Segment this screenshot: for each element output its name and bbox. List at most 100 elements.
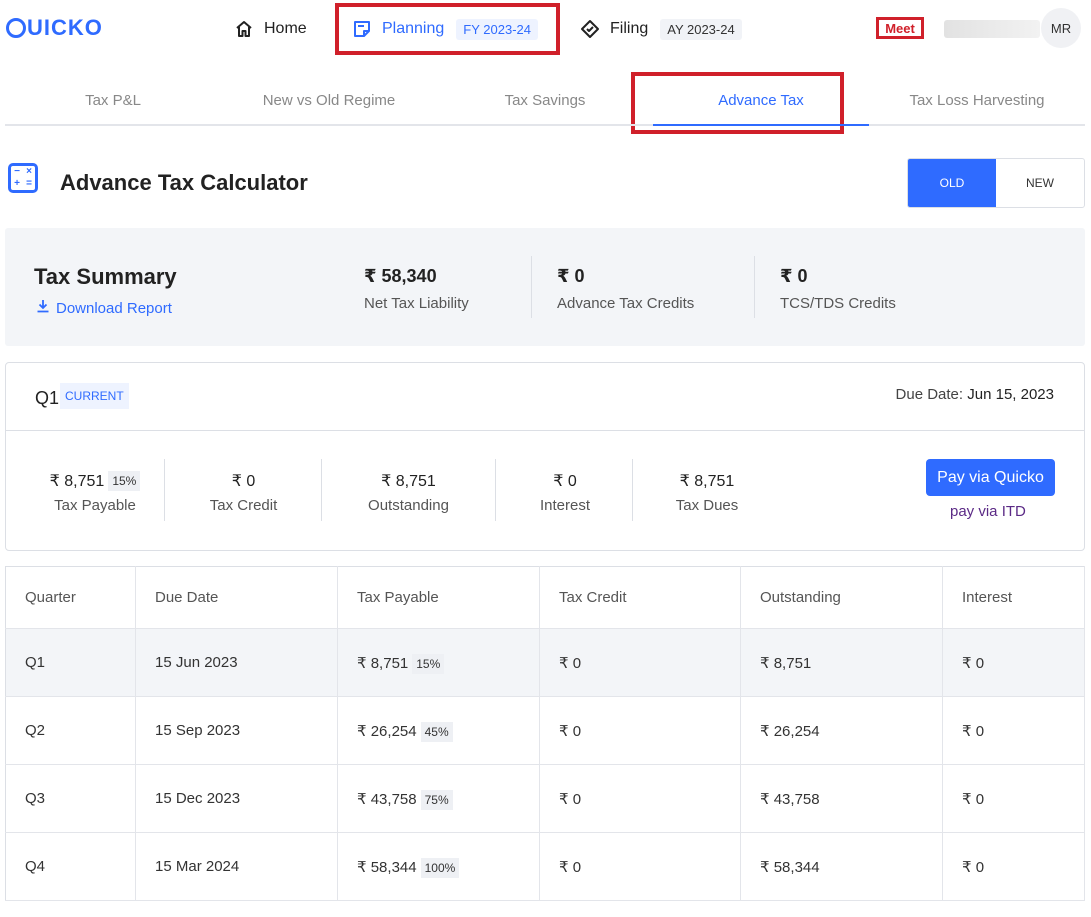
divider: [754, 256, 755, 318]
user-name-redacted: [944, 20, 1040, 38]
cell-tax-credit: ₹ 0: [539, 628, 741, 697]
quarter-tax-payable-pct: 15%: [108, 471, 141, 491]
quarter-tax-payable: ₹ 8,751 15% Tax Payable: [35, 471, 155, 514]
quicko-logo[interactable]: UICKO: [6, 15, 103, 41]
divider: [164, 459, 165, 521]
cell-tax-credit: ₹ 0: [539, 764, 741, 833]
cell-quarter: Q2: [5, 696, 136, 765]
cell-tax-payable-value: ₹ 43,758: [357, 790, 417, 808]
quarter-interest-label: Interest: [539, 497, 591, 514]
logo-text: UICKO: [27, 15, 103, 40]
download-icon: [36, 299, 50, 317]
planning-icon: [352, 19, 372, 39]
quarter-interest: ₹ 0 Interest: [526, 471, 604, 514]
quarter-tax-payable-value: ₹ 8,751: [49, 473, 105, 490]
cell-outstanding: ₹ 8,751: [740, 628, 943, 697]
cell-tax-credit: ₹ 0: [539, 832, 741, 901]
column-header: Quarter: [5, 566, 136, 629]
nav-filing[interactable]: Filing AY 2023-24: [580, 12, 742, 46]
cell-due-date: 15 Mar 2024: [135, 832, 338, 901]
column-header: Due Date: [135, 566, 338, 629]
due-date-label: Due Date:: [895, 386, 964, 403]
cell-tax-payable: ₹ 26,254 45%: [337, 696, 540, 765]
cell-outstanding: ₹ 43,758: [740, 764, 943, 833]
planning-tabs: Tax P&L New vs Old Regime Tax Savings Ad…: [5, 72, 1085, 126]
nav-planning[interactable]: Planning FY 2023-24: [352, 12, 538, 46]
table-header-row: Quarter Due Date Tax Payable Tax Credit …: [5, 566, 1085, 629]
table-row: Q1 15 Jun 2023 ₹ 8,751 15% ₹ 0 ₹ 8,751 ₹ …: [5, 628, 1085, 697]
cell-tax-payable-value: ₹ 26,254: [357, 722, 417, 740]
divider: [632, 459, 633, 521]
cell-tax-payable-pct: 45%: [420, 721, 453, 742]
download-report-link[interactable]: Download Report: [36, 299, 172, 317]
nav-home-label: Home: [264, 20, 307, 37]
cell-tax-credit: ₹ 0: [539, 696, 741, 765]
divider: [321, 459, 322, 521]
quarter-tax-credit-label: Tax Credit: [209, 497, 278, 514]
advance-tax-credits: ₹ 0 Advance Tax Credits: [557, 266, 694, 312]
cell-due-date: 15 Dec 2023: [135, 764, 338, 833]
top-navbar: UICKO Home Planning FY 2023-24 Filing AY…: [0, 0, 1091, 58]
cell-quarter: Q4: [5, 832, 136, 901]
planning-fy-badge: FY 2023-24: [456, 18, 538, 40]
cell-tax-payable-value: ₹ 58,344: [357, 858, 417, 876]
tab-advance-tax[interactable]: Advance Tax: [653, 72, 869, 126]
cell-tax-payable: ₹ 58,344 100%: [337, 832, 540, 901]
current-badge: CURRENT: [60, 383, 129, 409]
divider: [531, 256, 532, 318]
tax-summary-title: Tax Summary: [34, 264, 177, 289]
quarter-tax-payable-label: Tax Payable: [54, 497, 136, 514]
tcs-tds-credits: ₹ 0 TCS/TDS Credits: [780, 266, 896, 312]
cell-tax-payable-pct: 75%: [420, 789, 453, 810]
meet-button[interactable]: Meet: [876, 17, 924, 39]
net-tax-liability-value: ₹ 58,340: [364, 266, 437, 286]
pay-via-quicko-button[interactable]: Pay via Quicko: [926, 459, 1055, 496]
page-title: Advance Tax Calculator: [60, 170, 308, 195]
tab-tax-savings[interactable]: Tax Savings: [437, 72, 653, 124]
cell-tax-payable: ₹ 43,758 75%: [337, 764, 540, 833]
regime-old-button[interactable]: OLD: [908, 159, 996, 207]
cell-quarter: Q1: [5, 628, 136, 697]
cell-interest: ₹ 0: [942, 628, 1085, 697]
tab-tax-loss-harvesting[interactable]: Tax Loss Harvesting: [869, 72, 1085, 124]
quarter-tax-credit-value: ₹ 0: [231, 473, 256, 490]
cell-quarter: Q3: [5, 764, 136, 833]
avatar[interactable]: MR: [1041, 8, 1081, 48]
filing-ay-badge: AY 2023-24: [660, 18, 742, 40]
net-tax-liability: ₹ 58,340 Net Tax Liability: [364, 266, 469, 312]
home-icon: [234, 19, 254, 39]
current-quarter-card: Q1 CURRENT Due Date: Jun 15, 2023 ₹ 8,75…: [5, 362, 1085, 551]
table-row: Q2 15 Sep 2023 ₹ 26,254 45% ₹ 0 ₹ 26,254 …: [5, 696, 1085, 765]
pay-via-itd-link[interactable]: pay via ITD: [950, 503, 1026, 520]
quarter-tax-dues: ₹ 8,751 Tax Dues: [666, 471, 748, 514]
cell-interest: ₹ 0: [942, 832, 1085, 901]
column-header: Interest: [942, 566, 1085, 629]
cell-tax-payable-pct: 100%: [420, 857, 460, 878]
tab-tax-pl[interactable]: Tax P&L: [5, 72, 221, 124]
calculator-icon: − × + =: [8, 163, 38, 193]
cell-interest: ₹ 0: [942, 696, 1085, 765]
tax-summary-panel: Tax Summary Download Report ₹ 58,340 Net…: [5, 228, 1085, 346]
quarter-tax-dues-label: Tax Dues: [675, 497, 739, 514]
cell-tax-payable-value: ₹ 8,751: [357, 654, 409, 672]
tab-new-vs-old-regime[interactable]: New vs Old Regime: [221, 72, 437, 124]
cell-outstanding: ₹ 26,254: [740, 696, 943, 765]
table-row: Q4 15 Mar 2024 ₹ 58,344 100% ₹ 0 ₹ 58,344…: [5, 832, 1085, 901]
advance-tax-credits-label: Advance Tax Credits: [557, 295, 695, 312]
quarter-outstanding: ₹ 8,751 Outstanding: [356, 471, 461, 514]
table-row: Q3 15 Dec 2023 ₹ 43,758 75% ₹ 0 ₹ 43,758 …: [5, 764, 1085, 833]
logo-q-icon: [6, 18, 26, 38]
tcs-tds-credits-value: ₹ 0: [780, 266, 808, 286]
nav-home[interactable]: Home: [234, 12, 307, 46]
tcs-tds-credits-label: TCS/TDS Credits: [780, 295, 896, 312]
cell-tax-payable: ₹ 8,751 15%: [337, 628, 540, 697]
nav-filing-label: Filing: [610, 20, 649, 37]
quarter-outstanding-label: Outstanding: [368, 497, 449, 514]
regime-new-button[interactable]: NEW: [996, 159, 1084, 207]
column-header: Outstanding: [740, 566, 943, 629]
regime-toggle: OLD NEW: [907, 158, 1085, 208]
quarter-tax-credit: ₹ 0 Tax Credit: [196, 471, 291, 514]
quarter-outstanding-value: ₹ 8,751: [381, 473, 436, 490]
due-date-value: Jun 15, 2023: [967, 386, 1054, 403]
divider: [495, 459, 496, 521]
